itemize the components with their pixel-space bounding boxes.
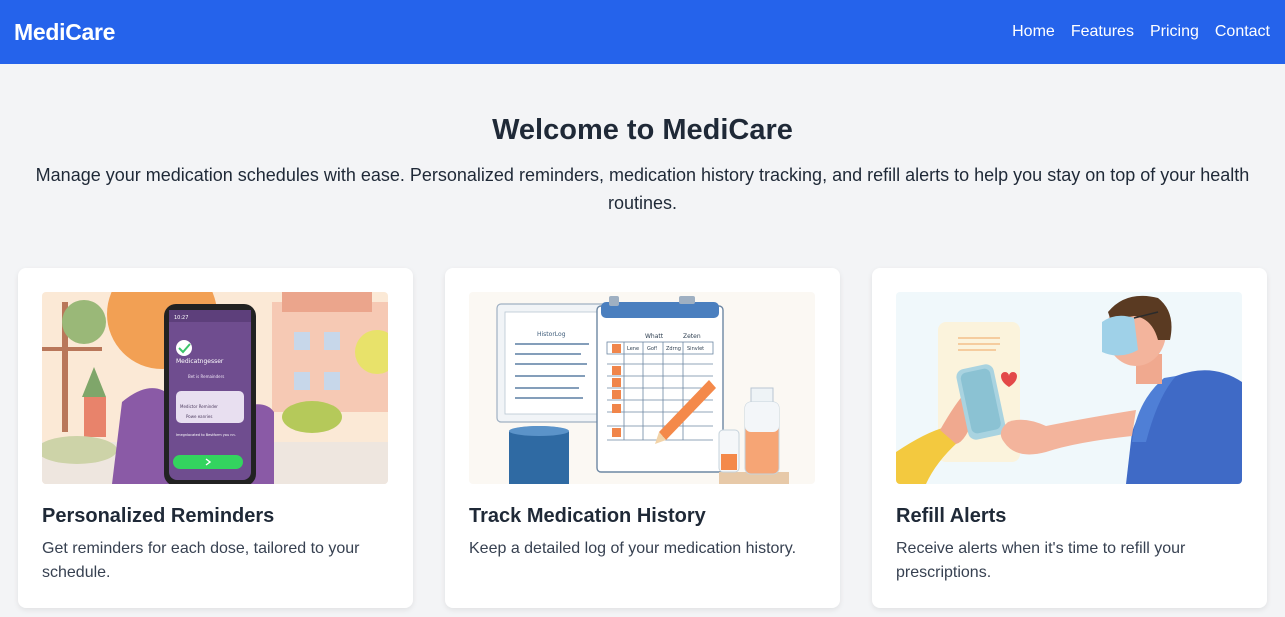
- sheet-label-2: Zeten: [683, 333, 701, 340]
- feature-card-history: HistorLog Whatt Zeten Lene Gof! Zdrng Si…: [445, 268, 840, 608]
- card-title: Track Medication History: [469, 505, 706, 527]
- feature-card-refill: Refill Alerts Receive alerts when it's t…: [872, 268, 1267, 608]
- nav-link-features[interactable]: Features: [1071, 23, 1134, 41]
- history-illustration: HistorLog Whatt Zeten Lene Gof! Zdrng Si…: [469, 292, 815, 484]
- hero-subtitle: Manage your medication schedules with ea…: [35, 165, 1250, 213]
- sheet-col-2: Gof!: [647, 346, 658, 352]
- navbar: MediCare Home Features Pricing Contact: [0, 0, 1285, 64]
- brand-logo[interactable]: MediCare: [14, 19, 115, 46]
- phone-heading: Medicatngesser: [176, 358, 224, 365]
- reminders-illustration: 10:27 Medicatngesser Bet is Remainders M…: [42, 292, 388, 484]
- hero-title: Welcome to MediCare: [492, 114, 793, 146]
- phone-box-line: Powe eanries: [186, 414, 212, 419]
- svg-text:10:27: 10:27: [174, 315, 188, 321]
- card-title: Personalized Reminders: [42, 505, 275, 527]
- log-label: HistorLog: [537, 331, 566, 338]
- card-title: Refill Alerts: [896, 505, 1007, 527]
- sheet-col-4: Sinvlet: [687, 346, 704, 352]
- nav-link-home[interactable]: Home: [1012, 23, 1055, 41]
- nav-link-contact[interactable]: Contact: [1215, 23, 1270, 41]
- phone-line: Bet is Remainders: [188, 374, 224, 379]
- phone-footer: Imegnlocated to Bestform you nn.: [176, 433, 236, 437]
- nav-links: Home Features Pricing Contact: [996, 23, 1270, 41]
- feature-cards: 10:27 Medicatngesser Bet is Remainders M…: [18, 268, 1267, 608]
- card-text: Get reminders for each dose, tailored to…: [42, 540, 360, 581]
- feature-card-reminders: 10:27 Medicatngesser Bet is Remainders M…: [18, 268, 413, 608]
- card-text: Receive alerts when it's time to refill …: [896, 540, 1186, 581]
- refill-illustration: [896, 292, 1242, 484]
- phone-box-title: Medictor Reminder: [180, 404, 218, 409]
- sheet-label-1: Whatt: [645, 333, 664, 340]
- nav-link-pricing[interactable]: Pricing: [1150, 23, 1199, 41]
- sheet-col-1: Lene: [627, 346, 639, 352]
- hero-section: Welcome to MediCare Manage your medicati…: [0, 64, 1285, 217]
- card-text: Keep a detailed log of your medication h…: [469, 540, 797, 557]
- sheet-col-3: Zdrng: [666, 346, 681, 352]
